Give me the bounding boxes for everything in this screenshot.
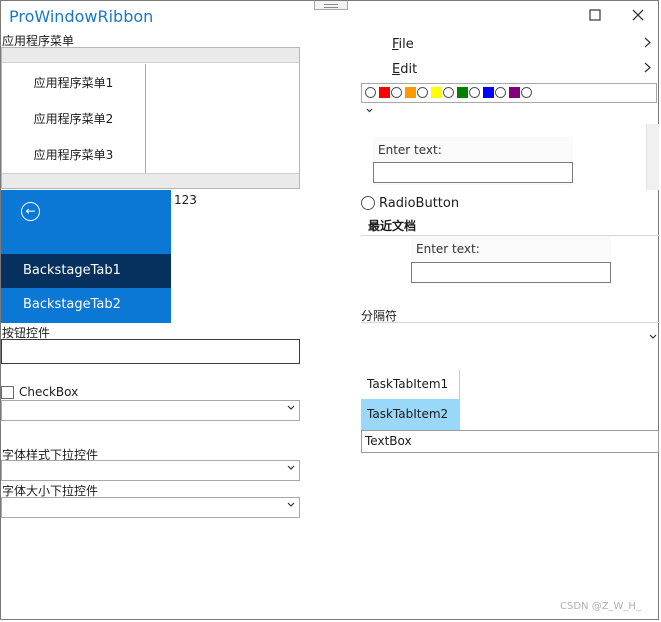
backstage-tab-2[interactable]: BackstageTab2	[1, 288, 171, 322]
chevron-down-icon	[287, 500, 295, 511]
task-tab-divider	[459, 370, 460, 430]
color-gallery[interactable]	[361, 83, 657, 103]
app-menu-scroll-down[interactable]	[2, 173, 299, 188]
menu-item-edit[interactable]: Edit	[361, 57, 657, 82]
back-button[interactable]: ←	[21, 202, 40, 221]
menu-item-file-label: File	[392, 32, 414, 57]
font-style-combo[interactable]	[1, 460, 300, 481]
backstage-number-label: 123	[174, 193, 197, 207]
menu-item-file-rest: ile	[398, 37, 414, 52]
color-radio-4[interactable]	[469, 87, 480, 98]
separator-chevron-icon[interactable]	[649, 329, 657, 343]
color-radio-2[interactable]	[417, 87, 428, 98]
font-size-combo[interactable]	[1, 497, 300, 518]
color-gallery-row	[365, 87, 532, 98]
maximize-icon	[589, 6, 601, 25]
chevron-right-icon	[644, 57, 651, 82]
text-input-label-2: Enter text:	[416, 242, 480, 256]
color-swatch-2[interactable]	[405, 87, 416, 98]
gallery-expand-icon[interactable]	[366, 106, 373, 116]
task-tab-item-1[interactable]: TaskTabItem1	[361, 369, 459, 400]
back-arrow-icon: ←	[25, 204, 36, 218]
text-input-2[interactable]	[411, 262, 611, 283]
close-icon	[632, 6, 644, 25]
color-radio-3[interactable]	[443, 87, 454, 98]
watermark-text: CSDN @Z_W_H_	[560, 601, 641, 612]
accel-key-e: E	[392, 62, 401, 77]
app-menu-scroll-up[interactable]	[2, 48, 299, 63]
drag-grip-handle[interactable]	[314, 1, 348, 10]
recent-docs-label: 最近文档	[368, 219, 417, 233]
color-radio-1[interactable]	[391, 87, 402, 98]
checkbox-label: CheckBox	[19, 385, 79, 399]
color-radio-0[interactable]	[365, 87, 376, 98]
color-swatch-5[interactable]	[483, 87, 494, 98]
chevron-right-icon	[644, 32, 651, 57]
app-menu-divider	[145, 64, 146, 173]
chevron-down-icon	[287, 463, 295, 474]
text-input-1[interactable]	[373, 162, 573, 183]
app-menu-item-2[interactable]: 应用程序菜单2	[2, 101, 145, 137]
textbox-field[interactable]: TextBox	[361, 430, 659, 453]
scrollbar[interactable]	[646, 124, 659, 190]
color-swatch-3[interactable]	[431, 87, 442, 98]
color-swatch-4[interactable]	[457, 87, 468, 98]
menu-item-file[interactable]: File	[361, 32, 657, 57]
checkbox[interactable]	[1, 386, 14, 399]
backstage-tab-1[interactable]: BackstageTab1	[1, 254, 171, 288]
color-radio-5[interactable]	[495, 87, 506, 98]
text-input-label-1: Enter text:	[378, 143, 442, 157]
color-swatch-1[interactable]	[379, 87, 390, 98]
color-radio-6[interactable]	[521, 87, 532, 98]
app-menu-item-1[interactable]: 应用程序菜单1	[2, 65, 145, 101]
close-button[interactable]	[626, 4, 650, 28]
button-control-box[interactable]	[1, 339, 300, 364]
radio-button[interactable]	[361, 196, 375, 210]
window-title: ProWindowRibbon	[9, 7, 154, 26]
separator-line	[361, 322, 659, 323]
maximize-button[interactable]	[583, 4, 607, 28]
menu-item-edit-label: Edit	[392, 57, 417, 82]
app-menu-item-3[interactable]: 应用程序菜单3	[2, 137, 145, 173]
checkbox-combo[interactable]	[1, 400, 300, 421]
radio-button-label: RadioButton	[379, 196, 460, 211]
color-swatch-6[interactable]	[509, 87, 520, 98]
menu-item-edit-rest: dit	[400, 62, 418, 77]
task-tab-item-2[interactable]: TaskTabItem2	[361, 399, 459, 430]
chevron-down-icon	[287, 403, 295, 414]
